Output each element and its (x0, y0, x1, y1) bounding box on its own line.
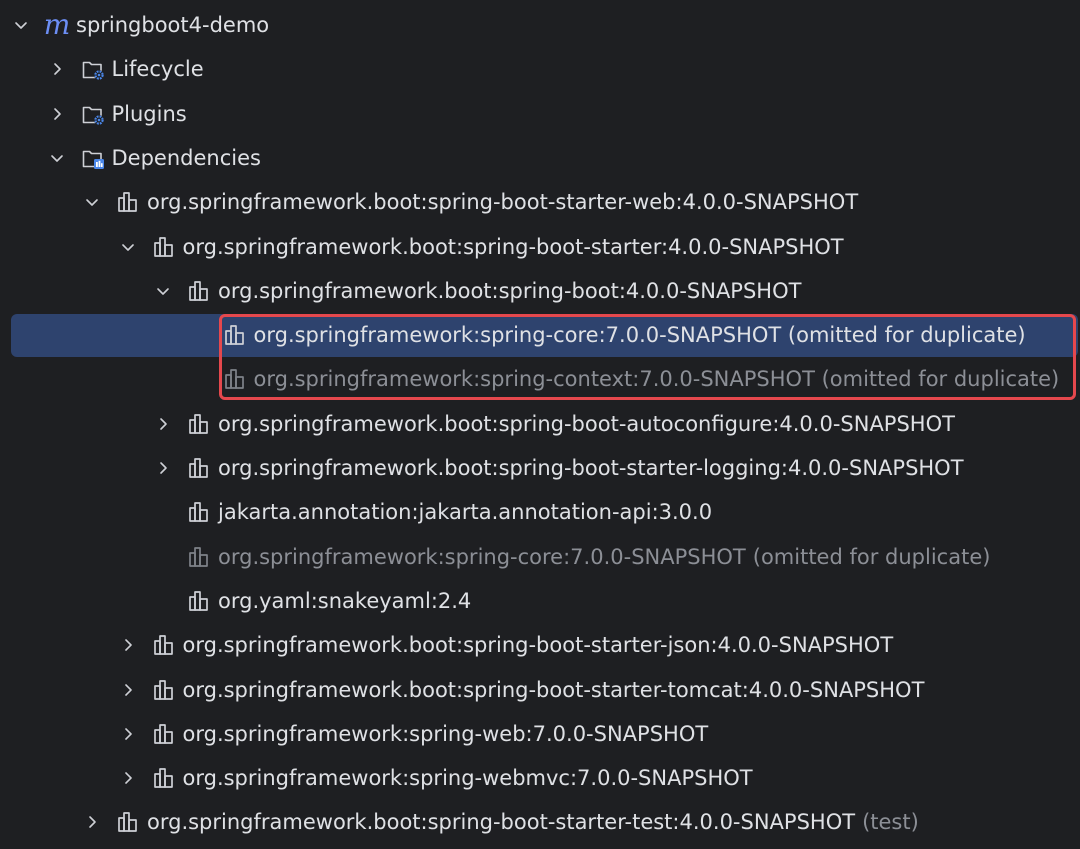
tree-row-label: org.springframework:spring-webmvc:7.0.0-… (182, 766, 753, 791)
chevron-right-icon[interactable] (152, 413, 174, 435)
library-icon (151, 677, 177, 703)
library-icon (151, 234, 177, 260)
tree-row-context-dup[interactable]: org.springframework:spring-context:7.0.0… (0, 357, 1080, 401)
tree-row-starter-web[interactable]: org.springframework.boot:spring-boot-sta… (0, 180, 1080, 224)
tree-row-lifecycle[interactable]: Lifecycle (0, 47, 1080, 91)
tree-row-label: org.springframework:spring-core:7.0.0-SN… (218, 544, 746, 569)
tree-row-label: org.yaml:snakeyaml:2.4 (218, 588, 472, 613)
tree-row-autoconfigure[interactable]: org.springframework.boot:spring-boot-aut… (0, 402, 1080, 446)
tree-row-suffix: (test) (862, 810, 919, 835)
tree-row-core-dup-2[interactable]: org.springframework:spring-core:7.0.0-SN… (0, 535, 1080, 579)
tree-row-label: org.springframework.boot:spring-boot-aut… (218, 411, 955, 436)
tree-row-label: Plugins (111, 101, 187, 126)
tree-row-core-dup[interactable]: org.springframework:spring-core:7.0.0-SN… (0, 313, 1080, 358)
tree-row-snakeyaml[interactable]: org.yaml:snakeyaml:2.4 (0, 579, 1080, 623)
chevron-right-icon[interactable] (152, 457, 174, 479)
tree-row-label: org.springframework.boot:spring-boot:4.0… (218, 278, 802, 303)
maven-dependency-tree: m springboot4-demo Lifecycle Plugins Depende… (0, 0, 1080, 849)
chevron-right-icon[interactable] (46, 103, 68, 125)
chevron-right-icon[interactable] (117, 679, 139, 701)
tree-row-label: org.springframework.boot:spring-boot-sta… (182, 234, 844, 259)
tree-row-label: org.springframework:spring-web:7.0.0-SNA… (182, 721, 709, 746)
chevron-down-icon[interactable] (152, 280, 174, 302)
maven-module-icon: m (43, 8, 71, 41)
library-icon (151, 632, 177, 658)
chevron-down-icon[interactable] (46, 147, 68, 169)
library-icon (115, 809, 141, 835)
dependencies-folder-icon (80, 145, 106, 171)
tree-row-label: org.springframework.boot:spring-boot-sta… (218, 456, 964, 480)
tree-row-starter-tomcat[interactable]: org.springframework.boot:spring-boot-sta… (0, 668, 1080, 712)
plugins-folder-icon (80, 101, 106, 127)
tree-row-spring-webmvc[interactable]: org.springframework:spring-webmvc:7.0.0-… (0, 756, 1080, 800)
library-icon (186, 588, 212, 614)
tree-row-starter[interactable]: org.springframework.boot:spring-boot-sta… (0, 225, 1080, 269)
tree-row-label: org.springframework.boot:spring-boot-sta… (182, 677, 925, 702)
library-icon (186, 499, 212, 525)
tree-row-starter-json[interactable]: org.springframework.boot:spring-boot-sta… (0, 623, 1080, 667)
tree-row-plugins[interactable]: Plugins (0, 92, 1080, 136)
library-icon (186, 411, 212, 437)
tree-row-label: jakarta.annotation:jakarta.annotation-ap… (218, 500, 713, 525)
chevron-right-icon[interactable] (117, 634, 139, 656)
tree-row-dependencies[interactable]: Dependencies (0, 136, 1080, 180)
tree-row-spring-web[interactable]: org.springframework:spring-web:7.0.0-SNA… (0, 712, 1080, 756)
chevron-right-icon[interactable] (46, 58, 68, 80)
tree-row-label: org.springframework.boot:spring-boot-sta… (147, 190, 859, 215)
library-icon (151, 721, 177, 747)
tree-row-root[interactable]: m springboot4-demo (0, 3, 1080, 47)
lifecycle-folder-icon (80, 56, 106, 82)
tree-row-suffix: (omitted for duplicate) (752, 544, 991, 569)
chevron-right-icon[interactable] (81, 811, 103, 833)
library-icon (186, 455, 212, 481)
tree-row-label: Dependencies (111, 145, 261, 170)
tree-row-starter-logging[interactable]: org.springframework.boot:spring-boot-sta… (0, 446, 1080, 490)
chevron-down-icon[interactable] (81, 191, 103, 213)
tree-row-jakarta[interactable]: jakarta.annotation:jakarta.annotation-ap… (0, 490, 1080, 534)
library-icon (186, 544, 212, 570)
tree-row-starter-test[interactable]: org.springframework.boot:spring-boot-sta… (0, 800, 1080, 844)
tree-row-label: org.springframework:spring-context:7.0.0… (253, 367, 1060, 392)
tree-row-label: org.springframework:spring-core:7.0.0-SN… (253, 323, 1026, 348)
chevron-right-icon[interactable] (117, 767, 139, 789)
tree-row-boot[interactable]: org.springframework.boot:spring-boot:4.0… (0, 269, 1080, 313)
tree-row-label: Lifecycle (111, 57, 204, 82)
library-icon (151, 765, 177, 791)
library-icon (115, 189, 141, 215)
tree-row-label: org.springframework.boot:spring-boot-sta… (182, 633, 894, 658)
chevron-right-icon[interactable] (117, 723, 139, 745)
maven-m-glyph: m (43, 8, 71, 41)
library-icon (222, 366, 248, 392)
chevron-down-icon[interactable] (10, 14, 32, 36)
library-icon (186, 278, 212, 304)
library-icon (222, 322, 248, 348)
tree-row-label: springboot4-demo (76, 13, 270, 37)
tree-row-label: org.springframework.boot:spring-boot-sta… (147, 810, 856, 835)
chevron-down-icon[interactable] (117, 236, 139, 258)
